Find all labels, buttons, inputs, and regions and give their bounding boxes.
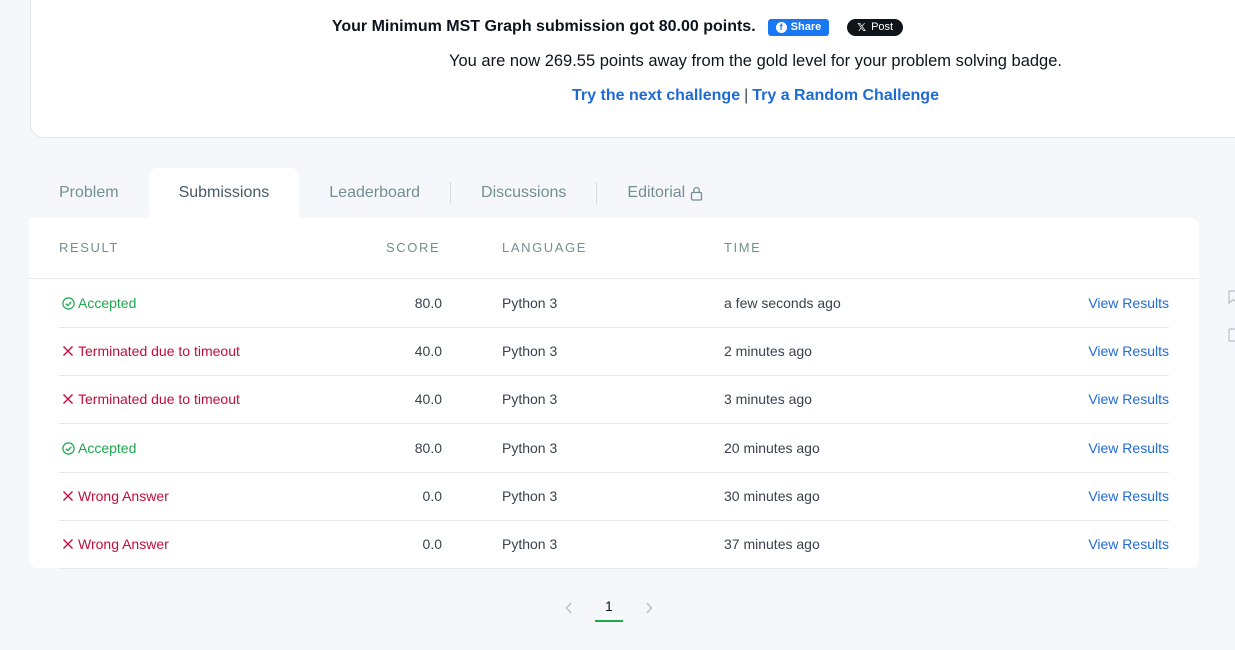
tab-label: Submissions bbox=[178, 184, 270, 201]
header-language: LANGUAGE bbox=[502, 240, 588, 255]
facebook-share-button[interactable]: f Share bbox=[767, 18, 830, 36]
link-separator: | bbox=[744, 87, 749, 104]
tab-problem[interactable]: Problem bbox=[29, 168, 149, 218]
tab-leaderboard[interactable]: Leaderboard bbox=[299, 168, 450, 218]
status-text: Wrong Answer bbox=[78, 536, 169, 552]
score-cell: 0.0 bbox=[422, 536, 442, 552]
score-cell: 40.0 bbox=[414, 343, 442, 359]
table-row: Wrong Answer 0.0 Python 3 30 minutes ago… bbox=[59, 472, 1169, 521]
language-cell: Python 3 bbox=[502, 440, 558, 456]
time-cell: 30 minutes ago bbox=[724, 488, 820, 504]
score-cell: 0.0 bbox=[422, 488, 442, 504]
status-error: Terminated due to timeout bbox=[61, 343, 240, 359]
result-headline: Your Minimum MST Graph submission got 80… bbox=[0, 18, 1235, 36]
bookmark-icon[interactable] bbox=[1228, 290, 1235, 304]
pagination: 1 bbox=[565, 598, 653, 622]
cross-icon bbox=[61, 344, 75, 358]
challenge-tabs: Problem Submissions Leaderboard Discussi… bbox=[29, 168, 733, 218]
cross-icon bbox=[61, 489, 75, 503]
status-error: Wrong Answer bbox=[61, 536, 169, 552]
score-cell: 80.0 bbox=[414, 295, 442, 311]
time-cell: 20 minutes ago bbox=[724, 440, 820, 456]
badge-distance-text: You are now 269.55 points away from the … bbox=[448, 52, 1062, 70]
cross-icon bbox=[61, 537, 75, 551]
status-accepted: Accepted bbox=[61, 440, 136, 456]
share-label: Share bbox=[790, 21, 822, 33]
status-text: Accepted bbox=[78, 295, 137, 311]
language-cell: Python 3 bbox=[502, 536, 558, 552]
tab-label: Leaderboard bbox=[329, 184, 421, 201]
lock-icon bbox=[690, 186, 703, 201]
page-number-current[interactable]: 1 bbox=[595, 598, 623, 622]
tab-label: Editorial bbox=[627, 184, 686, 201]
challenge-links: Try the next challenge | Try a Random Chal… bbox=[0, 87, 1235, 105]
language-cell: Python 3 bbox=[502, 295, 558, 311]
status-error: Terminated due to timeout bbox=[61, 391, 240, 407]
table-row: Accepted 80.0 Python 3 a few seconds ago… bbox=[59, 279, 1169, 328]
tab-submissions[interactable]: Submissions bbox=[148, 168, 300, 218]
table-row: Accepted 80.0 Python 3 20 minutes ago Vi… bbox=[59, 424, 1169, 473]
x-logo-icon: 𝕏 bbox=[857, 21, 867, 34]
table-row: Terminated due to timeout 40.0 Python 3 … bbox=[59, 327, 1169, 376]
time-cell: 37 minutes ago bbox=[724, 536, 820, 552]
time-cell: 2 minutes ago bbox=[724, 343, 812, 359]
document-icon[interactable] bbox=[1228, 328, 1235, 342]
score-cell: 80.0 bbox=[414, 440, 442, 456]
check-circle-icon bbox=[61, 441, 75, 455]
status-error: Wrong Answer bbox=[61, 488, 169, 504]
tab-label: Problem bbox=[59, 184, 119, 201]
cross-icon bbox=[61, 392, 75, 406]
chevron-left-icon[interactable] bbox=[565, 601, 573, 619]
status-accepted: Accepted bbox=[61, 295, 136, 311]
status-text: Wrong Answer bbox=[78, 488, 169, 504]
time-cell: 3 minutes ago bbox=[724, 391, 812, 407]
tab-discussions[interactable]: Discussions bbox=[451, 168, 596, 218]
random-challenge-link[interactable]: Try a Random Challenge bbox=[752, 87, 939, 104]
header-score: SCORE bbox=[386, 240, 441, 255]
tab-editorial[interactable]: Editorial bbox=[597, 168, 733, 218]
header-time: TIME bbox=[724, 240, 762, 255]
view-results-link[interactable]: View Results bbox=[1088, 391, 1169, 407]
view-results-link[interactable]: View Results bbox=[1088, 536, 1169, 552]
check-circle-icon bbox=[61, 296, 75, 310]
language-cell: Python 3 bbox=[502, 488, 558, 504]
x-post-button[interactable]: 𝕏 Post bbox=[847, 18, 904, 36]
view-results-link[interactable]: View Results bbox=[1088, 343, 1169, 359]
table-header: RESULT SCORE LANGUAGE TIME bbox=[29, 218, 1199, 279]
time-cell: a few seconds ago bbox=[724, 295, 841, 311]
next-challenge-link[interactable]: Try the next challenge bbox=[572, 87, 740, 104]
table-row: Wrong Answer 0.0 Python 3 37 minutes ago… bbox=[59, 520, 1169, 569]
post-label: Post bbox=[871, 21, 894, 33]
submissions-table: RESULT SCORE LANGUAGE TIME Accepted 80.0… bbox=[29, 218, 1199, 569]
score-cell: 40.0 bbox=[414, 391, 442, 407]
view-results-link[interactable]: View Results bbox=[1088, 295, 1169, 311]
status-text: Terminated due to timeout bbox=[78, 391, 240, 407]
view-results-link[interactable]: View Results bbox=[1088, 488, 1169, 504]
chevron-right-icon[interactable] bbox=[645, 601, 653, 619]
facebook-icon: f bbox=[775, 21, 787, 33]
table-row: Terminated due to timeout 40.0 Python 3 … bbox=[59, 375, 1169, 424]
language-cell: Python 3 bbox=[502, 391, 558, 407]
status-text: Accepted bbox=[78, 440, 137, 456]
tab-label: Discussions bbox=[481, 184, 567, 201]
result-headline-text: Your Minimum MST Graph submission got 80… bbox=[331, 18, 756, 35]
status-text: Terminated due to timeout bbox=[78, 343, 240, 359]
view-results-link[interactable]: View Results bbox=[1088, 440, 1169, 456]
header-result: RESULT bbox=[59, 240, 119, 255]
language-cell: Python 3 bbox=[502, 343, 558, 359]
